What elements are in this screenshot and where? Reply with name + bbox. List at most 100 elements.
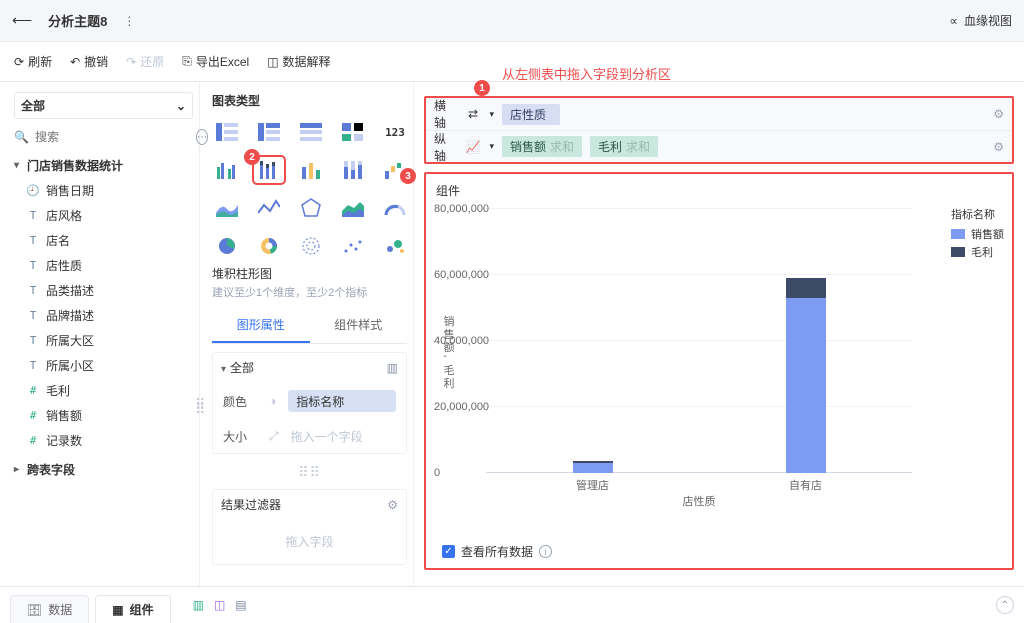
search-input[interactable]: [35, 130, 190, 144]
chart-type-detail-table[interactable]: [296, 119, 326, 145]
x-axis-field-chip[interactable]: 店性质: [502, 104, 560, 125]
attr-all-toggle[interactable]: 全部: [221, 359, 254, 376]
refresh-button[interactable]: ⟳ 刷新: [14, 53, 52, 70]
block-drag-handle[interactable]: ⠿⠿: [212, 464, 407, 481]
filter-drop-zone[interactable]: 拖入字段: [213, 519, 406, 564]
add-chart-icon[interactable]: ▥: [193, 598, 204, 612]
field-item[interactable]: 店风格: [26, 203, 193, 228]
field-item[interactable]: 记录数: [26, 428, 193, 453]
y-axis-chart-icon[interactable]: 📈: [463, 136, 484, 158]
chart-type-scatter[interactable]: [338, 233, 368, 259]
field-item[interactable]: 所属小区: [26, 353, 193, 378]
x-axis-title: 店性质: [486, 493, 912, 509]
chart-type-rose[interactable]: [296, 233, 326, 259]
share-icon: ∝: [949, 14, 958, 28]
field-item[interactable]: 所属大区: [26, 328, 193, 353]
undo-button[interactable]: ↶ 撤销: [70, 53, 108, 70]
number-type-icon: [26, 409, 40, 422]
chart-type-radar[interactable]: [296, 195, 326, 221]
filter-all-select[interactable]: 全部 ⌄: [14, 92, 193, 119]
filter-config-icon[interactable]: ⚙: [387, 498, 398, 512]
back-icon[interactable]: ⟵: [12, 12, 32, 29]
field-label: 品类描述: [46, 282, 94, 299]
info-icon[interactable]: i: [539, 545, 552, 558]
field-item[interactable]: 品类描述: [26, 278, 193, 303]
chart-type-number[interactable]: 123: [380, 119, 410, 145]
chart-type-column[interactable]: [296, 157, 326, 183]
panel-resize-grip[interactable]: ⠿⠿: [195, 402, 206, 412]
chart-type-percent-column[interactable]: [338, 157, 368, 183]
x-axis-settings-icon[interactable]: ⚙: [993, 107, 1004, 121]
chart-type-donut[interactable]: [254, 233, 284, 259]
tab-graphic-properties[interactable]: 图形属性: [212, 308, 310, 343]
chip-name: 销售额: [510, 138, 546, 155]
tab-component[interactable]: ▦ 组件: [95, 595, 170, 623]
chart-type-line[interactable]: [254, 195, 284, 221]
add-component-icon[interactable]: ▤: [235, 598, 246, 612]
bar-icon[interactable]: ▥: [387, 361, 398, 375]
y-axis-field-chip[interactable]: 毛利求和: [590, 136, 658, 157]
field-item[interactable]: 店名: [26, 228, 193, 253]
chart-type-pie[interactable]: [212, 233, 242, 259]
size-drop-zone[interactable]: 拖入一个字段: [291, 428, 396, 445]
field-item[interactable]: 毛利: [26, 378, 193, 403]
color-label: 颜色: [223, 393, 257, 410]
field-item[interactable]: 店性质: [26, 253, 193, 278]
chart-type-stacked-area[interactable]: [338, 195, 368, 221]
field-item[interactable]: 品牌描述: [26, 303, 193, 328]
bar-group[interactable]: [573, 461, 613, 473]
kebab-menu-icon[interactable]: ⋮: [123, 14, 135, 28]
date-type-icon: [26, 184, 40, 197]
chart-canvas: 销售额, 毛利 店性质 020,000,00040,000,00060,000,…: [486, 203, 992, 503]
field-label: 店名: [46, 232, 70, 249]
add-layout-icon[interactable]: ◫: [214, 598, 225, 612]
chart-type-cross-table[interactable]: [254, 119, 284, 145]
chart-type-column-compare[interactable]: [212, 157, 242, 183]
selected-chart-name: 堆积柱形图: [212, 265, 407, 282]
chip-agg: 求和: [550, 138, 574, 155]
export-icon: ⎘: [182, 54, 192, 69]
redo-button: ↷ 还原: [126, 53, 164, 70]
data-interpret-button[interactable]: ◫ 数据解释: [267, 53, 330, 70]
chart-type-bubble[interactable]: [380, 233, 410, 259]
field-label: 品牌描述: [46, 307, 94, 324]
tab-component-style[interactable]: 组件样式: [310, 308, 408, 343]
y-axis-settings-icon[interactable]: ⚙: [993, 140, 1004, 154]
chevron-down-icon[interactable]: ▾: [489, 109, 494, 120]
view-all-checkbox[interactable]: ✓: [442, 545, 455, 558]
chart-type-stacked-column[interactable]: 2: [254, 157, 284, 183]
y-tick-label: 40,000,000: [434, 335, 489, 347]
bar-group[interactable]: [786, 278, 826, 473]
chart-type-area[interactable]: [212, 195, 242, 221]
tab-data[interactable]: 🗄 数据: [10, 595, 89, 623]
chart-type-grouped-table[interactable]: [212, 119, 242, 145]
main-area: 全部 ⌄ 🔍 ⋯ 门店销售数据统计 销售日期 店风格 店名 店性质 品类描述 品…: [0, 82, 1024, 587]
color-field-chip[interactable]: 指标名称: [288, 390, 396, 412]
field-list: 销售日期 店风格 店名 店性质 品类描述 品牌描述 所属大区 所属小区 毛利 销…: [26, 178, 193, 453]
export-label: 导出Excel: [196, 53, 249, 70]
collapse-panel-icon[interactable]: ⌃: [996, 596, 1014, 614]
lineage-view-button[interactable]: ∝ 血缘视图: [949, 12, 1012, 29]
color-config-icon[interactable]: ◑: [269, 394, 276, 408]
y-axis-title: 销售额, 毛利: [440, 315, 456, 390]
field-item[interactable]: 销售额: [26, 403, 193, 428]
cross-table-fields[interactable]: 跨表字段: [14, 461, 193, 478]
chart-hint: 建议至少1个维度，至少2个指标: [212, 284, 407, 300]
chip-agg: 求和: [626, 138, 650, 155]
chart-type-gauge[interactable]: [380, 195, 410, 221]
size-config-icon[interactable]: ⤢: [269, 429, 279, 444]
field-item[interactable]: 销售日期: [26, 178, 193, 203]
property-tabs: 图形属性 组件样式: [212, 308, 407, 344]
chart-type-kpi-card[interactable]: [338, 119, 368, 145]
y-axis-field-chip[interactable]: 销售额求和: [502, 136, 582, 157]
chart-preview: 组件 指标名称 销售额 毛利 销售额, 毛利 店性质 020,000,00040…: [424, 172, 1014, 570]
attr-all-label: 全部: [230, 361, 254, 375]
toolbar: ⟳ 刷新 ↶ 撤销 ↷ 还原 ⎘ 导出Excel ◫ 数据解释: [0, 42, 1024, 82]
component-icon: ▦: [112, 603, 123, 617]
y-tick-label: 80,000,000: [434, 203, 489, 215]
export-excel-button[interactable]: ⎘ 导出Excel: [182, 53, 249, 70]
x-axis-swap-icon[interactable]: ⇄: [463, 103, 484, 125]
field-label: 店风格: [46, 207, 82, 224]
table-node[interactable]: 门店销售数据统计: [14, 157, 193, 174]
chevron-down-icon[interactable]: ▾: [489, 141, 494, 152]
